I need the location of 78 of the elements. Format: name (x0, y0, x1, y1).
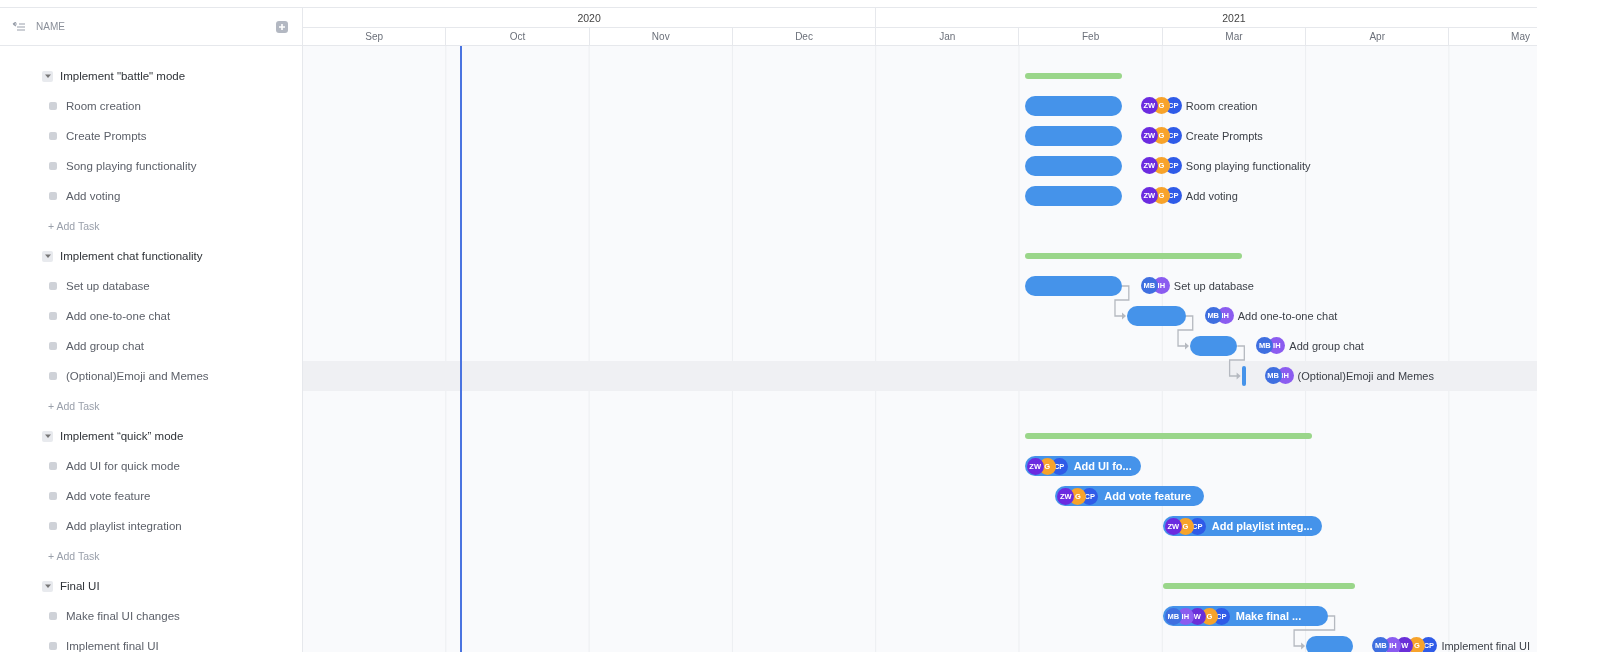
status-square-icon[interactable] (49, 102, 57, 110)
task-name[interactable]: Song playing functionality (66, 160, 197, 172)
task-bar[interactable] (1241, 366, 1246, 386)
task-bar-label: Set up database (1173, 279, 1254, 292)
group-bar[interactable] (1024, 73, 1122, 79)
group-bar[interactable] (1024, 253, 1242, 259)
task-bar[interactable] (1024, 96, 1122, 116)
month-label: Nov (651, 31, 670, 42)
status-square-icon[interactable] (49, 342, 57, 350)
month-label: Oct (509, 31, 526, 42)
status-square-icon[interactable] (49, 462, 57, 470)
task-bar[interactable] (1190, 336, 1238, 356)
caret-icon (44, 253, 51, 259)
status-square-icon[interactable] (49, 642, 57, 650)
task-name[interactable]: Add voting (66, 190, 121, 202)
month-label: Mar (1225, 31, 1243, 42)
year-label: 2021 (1222, 11, 1246, 24)
status-square-icon[interactable] (49, 612, 57, 620)
task-name[interactable]: Make final UI changes (66, 610, 180, 622)
status-square-icon[interactable] (49, 192, 57, 200)
status-square-icon[interactable] (49, 132, 57, 140)
caret-icon (44, 73, 51, 79)
task-bar[interactable] (1024, 126, 1122, 146)
group-name[interactable]: Implement "battle" mode (60, 70, 186, 82)
task-name[interactable]: Add playlist integration (66, 520, 182, 532)
collapse-toggle[interactable] (42, 250, 53, 262)
group-bar[interactable] (1162, 583, 1355, 589)
group-name[interactable]: Implement chat functionality (60, 250, 203, 262)
month-label: May (1511, 31, 1530, 42)
dependency-arrow (1177, 315, 1194, 350)
task-bar[interactable] (1126, 306, 1186, 326)
task-bar[interactable] (1306, 636, 1354, 652)
column-header: NAME (36, 21, 65, 32)
task-name[interactable]: Implement final UI (66, 640, 159, 652)
task-bar-label: Create Prompts (1185, 129, 1263, 142)
add-icon[interactable] (276, 20, 288, 33)
dependency-arrow (1293, 615, 1336, 650)
task-bar-label: (Optional)Emoji and Memes (1297, 369, 1434, 382)
dependency-arrow (1228, 345, 1245, 380)
group-name[interactable]: Implement “quick” mode (60, 430, 184, 442)
caret-icon (44, 583, 51, 589)
task-name[interactable]: Add vote feature (66, 490, 151, 502)
status-square-icon[interactable] (49, 372, 57, 380)
collapse-icon[interactable] (12, 21, 26, 32)
task-bar-label: Add one-to-one chat (1237, 309, 1338, 322)
year-label: 2020 (577, 11, 601, 24)
group-bar[interactable] (1024, 433, 1312, 439)
month-label: Apr (1369, 31, 1385, 42)
month-label: Dec (795, 31, 813, 42)
caret-icon (44, 433, 51, 439)
status-square-icon[interactable] (49, 492, 57, 500)
task-bar-label: Room creation (1185, 99, 1258, 112)
task-bar[interactable] (1024, 156, 1122, 176)
status-square-icon[interactable] (49, 282, 57, 290)
collapse-toggle[interactable] (42, 70, 53, 82)
task-bar-label: Implement final UI (1441, 639, 1531, 652)
task-bar[interactable] (1024, 276, 1122, 296)
collapse-toggle[interactable] (42, 580, 53, 592)
task-bar-label: Add voting (1185, 189, 1238, 202)
task-name[interactable]: Create Prompts (66, 130, 147, 142)
task-name[interactable]: (Optional)Emoji and Memes (66, 370, 209, 382)
task-bar[interactable] (1024, 186, 1122, 206)
month-label: Sep (365, 31, 384, 42)
status-square-icon[interactable] (49, 312, 57, 320)
task-bar-label: Add group chat (1289, 339, 1364, 352)
task-name[interactable]: Add UI for quick mode (66, 460, 180, 472)
group-name[interactable]: Final UI (60, 580, 100, 592)
status-square-icon[interactable] (49, 522, 57, 530)
task-bar-label: Song playing functionality (1185, 159, 1311, 172)
task-name[interactable]: Add one-to-one chat (66, 310, 171, 322)
task-name[interactable]: Add group chat (66, 340, 144, 352)
status-square-icon[interactable] (49, 162, 57, 170)
month-label: Jan (939, 31, 956, 42)
dependency-arrow (1114, 285, 1130, 320)
task-name[interactable]: Room creation (66, 100, 141, 112)
month-label: Feb (1082, 31, 1100, 42)
task-name[interactable]: Set up database (66, 280, 150, 292)
collapse-toggle[interactable] (42, 430, 53, 442)
